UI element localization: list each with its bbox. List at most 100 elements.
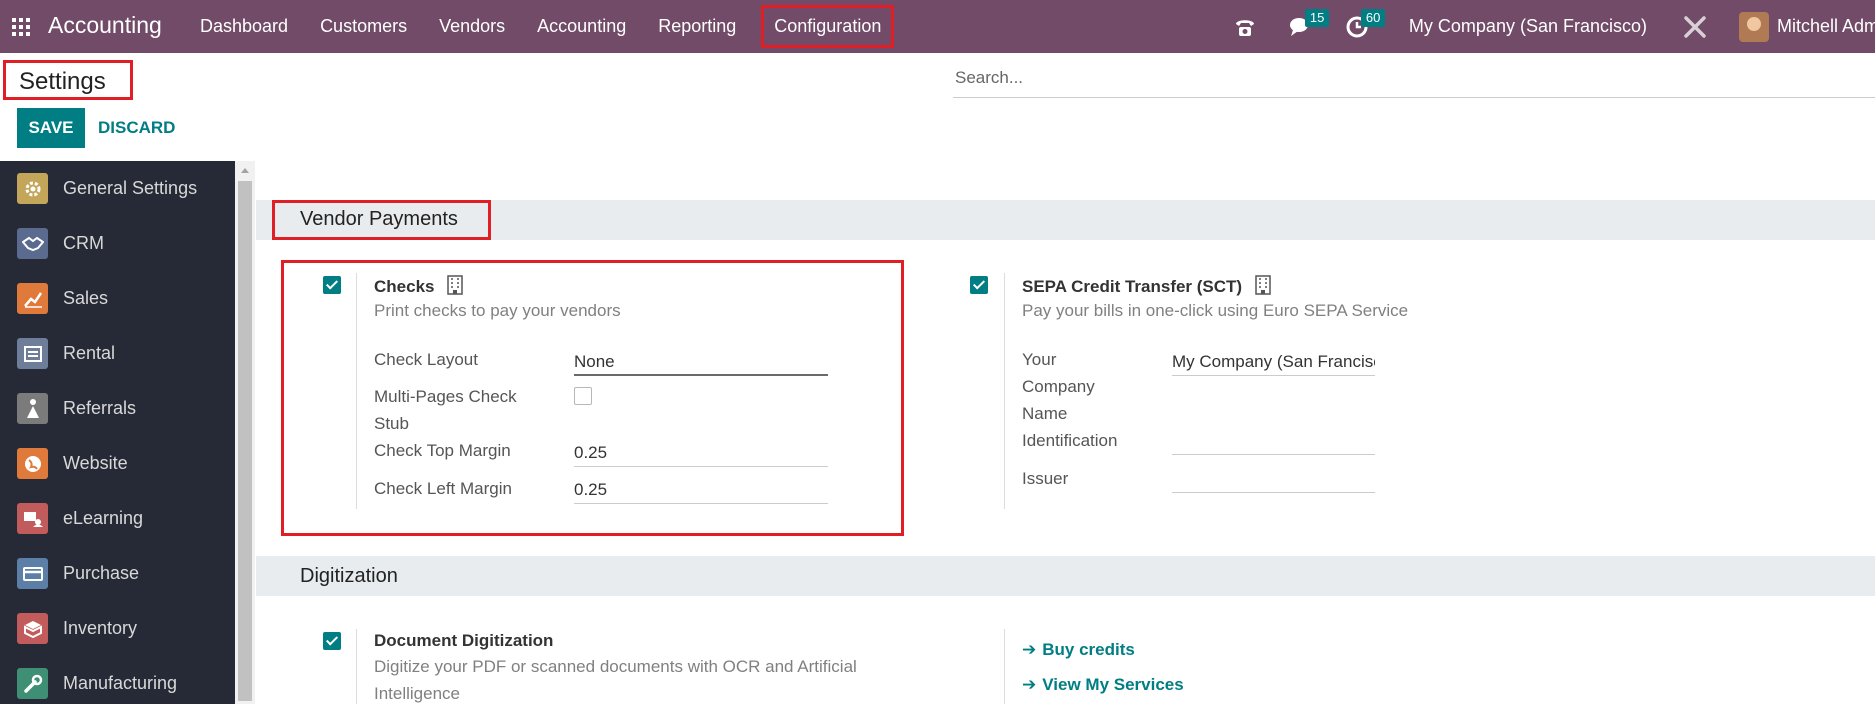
globe-icon [17,448,48,479]
settings-content: Vendor Payments Checks Print checks to p… [256,161,1875,704]
apps-grid-icon[interactable] [12,18,32,38]
sidebar-item-elearning[interactable]: eLearning [0,491,235,546]
company-name-label-line1: Your [1022,350,1057,369]
issuer-input[interactable] [1172,465,1375,493]
menu-accounting[interactable]: Accounting [521,0,642,53]
save-button[interactable]: SAVE [17,108,85,148]
sidebar-item-label: Inventory [63,618,138,638]
company-name-label-line3: Name [1022,404,1068,423]
document-digitization-description-line2: Intelligence [374,684,461,703]
top-margin-label: Check Top Margin [374,441,511,460]
sidebar-item-crm[interactable]: CRM [0,216,235,271]
company-name-label-line2: Company [1022,377,1095,396]
scroll-up-arrow-icon[interactable] [241,168,249,173]
menu-customers[interactable]: Customers [304,0,423,53]
sidebar-item-label: eLearning [63,508,144,528]
sidebar-item-label: Purchase [63,563,140,583]
search-bar[interactable] [953,60,1875,98]
wrench-icon [17,668,48,699]
settings-sidebar: General Settings CRM Sales Rental Referr… [0,161,235,704]
multi-pages-label-line2: Stub [374,414,409,433]
search-input[interactable] [953,60,1875,96]
inventory-icon [17,613,48,644]
sidebar-item-label: Sales [63,288,109,308]
scroll-thumb[interactable] [238,181,252,701]
sidebar-scrollbar[interactable] [235,161,255,704]
menu-vendors[interactable]: Vendors [423,0,521,53]
sidebar-item-referrals[interactable]: Referrals [0,381,235,436]
sidebar-item-label: Referrals [63,398,137,418]
sidebar-item-sales[interactable]: Sales [0,271,235,326]
main-menu: Dashboard Customers Vendors Accounting R… [184,0,899,53]
identification-input[interactable] [1172,427,1375,455]
messages-icon[interactable]: 15 [1287,8,1330,41]
arrow-right-icon: ➔ [1022,675,1037,694]
app-name[interactable]: Accounting [48,12,162,39]
sidebar-item-rental[interactable]: Rental [0,326,235,381]
sidebar-item-website[interactable]: Website [0,436,235,491]
messages-count-badge: 15 [1304,8,1330,27]
referrals-icon [17,393,48,424]
buy-credits-label: Buy credits [1042,640,1135,659]
left-margin-label: Check Left Margin [374,479,512,498]
left-margin-input[interactable]: 0.25 [574,476,828,504]
multi-pages-label-line1: Multi-Pages Check [374,387,517,406]
discard-button[interactable]: DISCARD [90,108,183,148]
company-switcher[interactable]: My Company (San Francisco) [1409,16,1647,37]
user-menu[interactable]: Mitchell Admin [1777,16,1875,37]
rental-icon [17,338,48,369]
top-margin-input[interactable]: 0.25 [574,439,828,467]
checks-divider [356,273,357,509]
sidebar-item-inventory[interactable]: Inventory [0,601,235,656]
top-navbar: Accounting Dashboard Customers Vendors A… [0,0,1875,53]
arrow-right-icon: ➔ [1022,640,1037,659]
elearning-icon [17,503,48,534]
gear-icon [17,173,48,204]
sepa-description: Pay your bills in one-click using Euro S… [1022,301,1409,320]
page-title: Settings [3,60,133,100]
activities-icon[interactable]: 60 [1343,8,1386,41]
menu-reporting[interactable]: Reporting [642,0,752,53]
digitization-divider [356,629,357,704]
multi-pages-checkbox[interactable] [574,387,592,405]
phone-icon[interactable] [1231,13,1259,41]
sidebar-item-general-settings[interactable]: General Settings [0,161,235,216]
checks-checkbox[interactable] [323,276,341,294]
sidebar-item-label: CRM [63,233,104,253]
digitization-title: Digitization [300,565,398,587]
sidebar-item-label: Manufacturing [63,673,178,693]
sidebar-item-label: Rental [63,343,116,363]
handshake-icon [17,228,48,259]
check-layout-select[interactable]: None [574,348,828,376]
document-digitization-title: Document Digitization [374,631,554,650]
checks-description: Print checks to pay your vendors [374,301,621,320]
vendor-payments-header [256,200,1875,240]
digitization-header [256,556,1875,596]
sidebar-item-manufacturing[interactable]: Manufacturing [0,656,235,711]
menu-dashboard[interactable]: Dashboard [184,0,304,53]
tools-icon[interactable] [1681,13,1709,41]
sidebar-item-label: Website [63,453,128,473]
identification-label: Identification [1022,431,1118,450]
vendor-payments-title: Vendor Payments [300,208,458,230]
view-services-link[interactable]: ➔ View My Services [1022,675,1184,695]
check-layout-label: Check Layout [374,350,478,369]
sidebar-item-label: General Settings [63,178,198,198]
menu-configuration[interactable]: Configuration [756,0,899,53]
view-services-label: View My Services [1042,675,1184,694]
company-name-input[interactable]: My Company (San Francisco) [1172,348,1375,376]
activities-count-badge: 60 [1360,8,1386,27]
user-avatar[interactable] [1739,11,1769,42]
chart-icon [17,283,48,314]
systray: 15 60 My Company (San Francisco) Mitchel… [1217,0,1875,53]
sepa-title-text: SEPA Credit Transfer (SCT) [1022,277,1243,296]
sepa-checkbox[interactable] [970,276,988,294]
document-digitization-checkbox[interactable] [323,632,341,650]
checks-title-text: Checks [374,277,435,296]
purchase-icon [17,558,48,589]
document-digitization-description-line1: Digitize your PDF or scanned documents w… [374,657,857,676]
sepa-divider [1004,273,1005,509]
buy-credits-link[interactable]: ➔ Buy credits [1022,640,1135,660]
sidebar-item-purchase[interactable]: Purchase [0,546,235,601]
issuer-label: Issuer [1022,469,1069,488]
